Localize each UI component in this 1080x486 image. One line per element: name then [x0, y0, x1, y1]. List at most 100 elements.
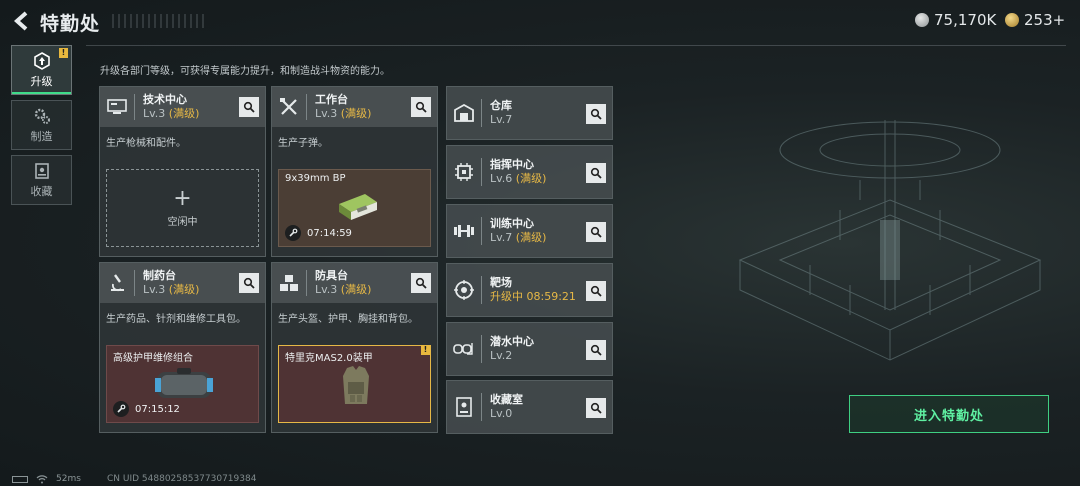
battery-icon: [12, 475, 28, 483]
page-description: 升级各部门等级，可获得专属能力提升，和制造战斗物资的能力。: [100, 66, 390, 77]
facility-name: 仓库: [490, 99, 512, 112]
card-title: 技术中心: [143, 93, 187, 106]
dumbbell-icon: [447, 204, 481, 258]
card-title: 防具台: [315, 269, 348, 282]
facility-name: 训练中心: [490, 217, 534, 230]
back-button[interactable]: [8, 9, 34, 33]
facility-level: Lv.0: [490, 407, 513, 420]
card-level: Lv.3: [143, 283, 166, 296]
inspect-button[interactable]: [239, 97, 259, 117]
facility-status: 升级中: [490, 290, 523, 303]
production-slot[interactable]: 高级护甲维修组合 07:15:12: [106, 345, 259, 423]
inspect-button[interactable]: [586, 398, 606, 418]
facility-hologram-illustration: [738, 120, 1042, 361]
facility-name: 收藏室: [490, 393, 523, 406]
card-level: Lv.3: [143, 107, 166, 120]
card-workbench[interactable]: 工作台 Lv.3 (满级) 生产子弹。 9x39mm BP 07:14:59: [271, 86, 438, 257]
silver-coin-icon: [915, 13, 929, 27]
max-level-tag: (满级): [515, 231, 547, 244]
slot-status: 空闲中: [167, 216, 198, 228]
search-icon: [243, 101, 255, 113]
facility-command-center[interactable]: 指挥中心 Lv.6 (满级): [446, 145, 613, 199]
alert-badge: !: [59, 48, 68, 58]
item-name: 9x39mm BP: [285, 173, 346, 184]
repair-kit-icon: [155, 368, 213, 398]
search-icon: [415, 101, 427, 113]
facility-level: Lv.2: [490, 349, 513, 362]
ammo-box-icon: [339, 194, 377, 220]
user-id: CN UID 54880258537730719384: [107, 474, 257, 484]
silver-currency[interactable]: 75,170K: [915, 11, 996, 29]
upgrade-timer: 08:59:21: [526, 290, 576, 303]
display-case-icon: [447, 380, 481, 434]
facility-name: 靶场: [490, 276, 512, 289]
tab-label: 制造: [30, 129, 53, 143]
inspect-button[interactable]: [586, 222, 606, 242]
tab-label: 收藏: [30, 184, 53, 198]
inspect-button[interactable]: [411, 97, 431, 117]
facility-level: Lv.7: [490, 231, 513, 244]
inspect-button[interactable]: [239, 273, 259, 293]
search-icon: [590, 108, 602, 120]
wrench-icon: [285, 225, 301, 241]
body-armor-icon: [343, 366, 369, 404]
title-decoration: [112, 14, 204, 28]
facility-training-center[interactable]: 训练中心 Lv.7 (满级): [446, 204, 613, 258]
inspect-button[interactable]: [586, 104, 606, 124]
tab-upgrade[interactable]: ! 升级: [11, 45, 72, 95]
facility-shooting-range[interactable]: 靶场 升级中 08:59:21: [446, 263, 613, 317]
card-level: Lv.3: [315, 107, 338, 120]
card-title: 制药台: [143, 269, 176, 282]
inspect-button[interactable]: [411, 273, 431, 293]
facility-name: 潜水中心: [490, 335, 534, 348]
tab-collection[interactable]: 收藏: [11, 155, 72, 205]
back-arrow-icon: [13, 11, 28, 31]
card-title: 工作台: [315, 93, 348, 106]
wrench-icon: [113, 401, 129, 417]
facility-level: Lv.7: [490, 113, 513, 126]
inspect-button[interactable]: [586, 281, 606, 301]
production-slot-empty[interactable]: + 空闲中: [106, 169, 259, 247]
search-icon: [590, 402, 602, 414]
search-icon: [590, 285, 602, 297]
card-armor-bench[interactable]: 防具台 Lv.3 (满级) 生产头盔、护甲、胸挂和背包。 ! 特里克MAS2.0…: [271, 262, 438, 433]
gold-coin-icon: [1005, 13, 1019, 27]
max-level-tag: (满级): [168, 107, 200, 120]
tab-craft[interactable]: 制造: [11, 100, 72, 150]
monitor-icon: [100, 87, 134, 127]
microscope-icon: [100, 263, 134, 303]
facility-warehouse[interactable]: 仓库 Lv.7: [446, 86, 613, 140]
card-pharmacy[interactable]: 制药台 Lv.3 (满级) 生产药品、针剂和维修工具包。 高级护甲维修组合 07…: [99, 262, 266, 433]
divider: [86, 45, 1066, 46]
max-level-tag: (满级): [340, 107, 372, 120]
card-tech-center[interactable]: 技术中心 Lv.3 (满级) 生产枪械和配件。 + 空闲中: [99, 86, 266, 257]
gold-amount: 253+: [1024, 11, 1066, 29]
gears-icon: [34, 108, 50, 124]
facility-collection-room[interactable]: 收藏室 Lv.0: [446, 380, 613, 434]
collection-icon: [34, 162, 49, 179]
card-description: 生产药品、针剂和维修工具包。: [106, 314, 246, 325]
production-slot-complete[interactable]: ! 特里克MAS2.0装甲: [278, 345, 431, 423]
facility-name: 指挥中心: [490, 158, 534, 171]
search-icon: [415, 277, 427, 289]
facility-diving-center[interactable]: 潜水中心 Lv.2: [446, 322, 613, 376]
search-icon: [243, 277, 255, 289]
hammer-wrench-icon: [272, 87, 306, 127]
max-level-tag: (满级): [515, 172, 547, 185]
wifi-icon: [36, 475, 48, 484]
enter-facility-button[interactable]: 进入特勤处: [849, 395, 1049, 433]
network-status: 52ms: [12, 474, 81, 484]
ping-value: 52ms: [56, 474, 81, 484]
inspect-button[interactable]: [586, 163, 606, 183]
tab-label: 升级: [30, 74, 53, 88]
production-slot[interactable]: 9x39mm BP 07:14:59: [278, 169, 431, 247]
facility-level: Lv.6: [490, 172, 513, 185]
inspect-button[interactable]: [586, 340, 606, 360]
gold-currency[interactable]: 253+: [1005, 11, 1065, 29]
production-timer: 07:14:59: [307, 227, 352, 239]
card-description: 生产子弹。: [278, 138, 328, 149]
silver-amount: 75,170K: [934, 11, 997, 29]
warehouse-icon: [447, 86, 481, 140]
max-level-tag: (满级): [168, 283, 200, 296]
alert-badge: !: [421, 345, 430, 355]
